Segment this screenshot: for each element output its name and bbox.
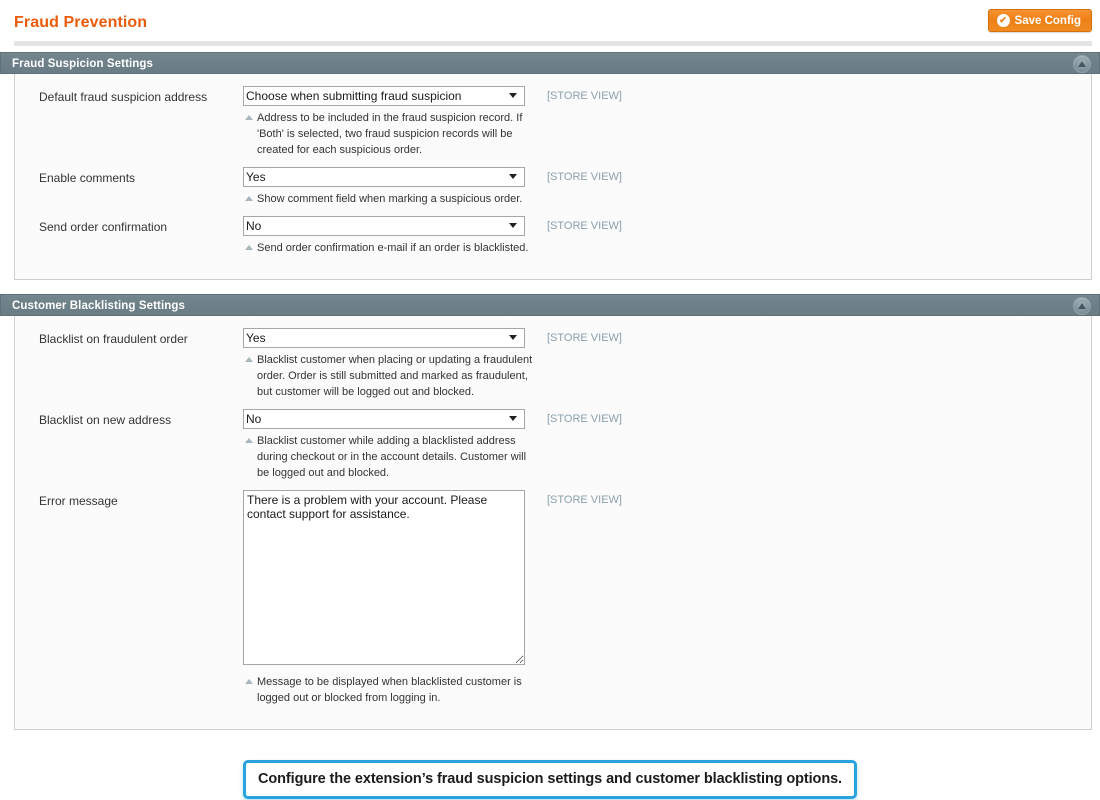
section-body-fraud-suspicion: Default fraud suspicion address Choose w… xyxy=(14,74,1092,280)
field-hint: Address to be included in the fraud susp… xyxy=(243,110,533,158)
page-header: Fraud Prevention ✔ Save Config xyxy=(0,0,1100,46)
scope-label: [STORE VIEW] xyxy=(547,171,622,183)
field-hint: Message to be displayed when blacklisted… xyxy=(243,674,533,706)
collapse-up-icon[interactable] xyxy=(1073,55,1091,73)
blacklist-on-fraudulent-order-select[interactable]: Yes xyxy=(243,328,525,348)
save-config-label: Save Config xyxy=(1014,14,1081,27)
section-body-customer-blacklisting: Blacklist on fraudulent order Yes Blackl… xyxy=(14,316,1092,730)
field-hint-text: Blacklist customer when placing or updat… xyxy=(257,354,533,398)
field-hint-text: Blacklist customer while adding a blackl… xyxy=(257,435,527,479)
section-title: Fraud Suspicion Settings xyxy=(12,58,154,70)
field-hint-text: Address to be included in the fraud susp… xyxy=(257,112,523,156)
scope-label: [STORE VIEW] xyxy=(547,413,622,425)
field-label: Default fraud suspicion address xyxy=(39,90,208,104)
field-label: Blacklist on new address xyxy=(39,413,172,427)
field-hint-text: Message to be displayed when blacklisted… xyxy=(257,676,522,704)
hint-triangle-icon xyxy=(245,115,253,120)
field-enable-comments: Enable comments Yes Show comment field w… xyxy=(15,167,1091,207)
field-label: Enable comments xyxy=(39,171,136,185)
field-control: Yes Blacklist customer when placing or u… xyxy=(243,328,532,400)
field-hint-text: Show comment field when marking a suspic… xyxy=(257,193,523,205)
field-hint: Blacklist customer when placing or updat… xyxy=(243,352,533,400)
collapse-up-icon[interactable] xyxy=(1073,297,1091,315)
send-order-confirmation-select[interactable]: No xyxy=(243,216,525,236)
hint-triangle-icon xyxy=(245,438,253,443)
enable-comments-select[interactable]: Yes xyxy=(243,167,525,187)
default-fraud-suspicion-address-select[interactable]: Choose when submitting fraud suspicion xyxy=(243,86,525,106)
blacklist-on-new-address-select[interactable]: No xyxy=(243,409,525,429)
section-header-customer-blacklisting[interactable]: Customer Blacklisting Settings xyxy=(0,294,1100,316)
field-control: Yes Show comment field when marking a su… xyxy=(243,167,525,207)
field-control: No Blacklist customer while adding a bla… xyxy=(243,409,526,481)
hint-triangle-icon xyxy=(245,357,253,362)
scope-label: [STORE VIEW] xyxy=(547,332,622,344)
scope-label: [STORE VIEW] xyxy=(547,220,622,232)
field-control: Choose when submitting fraud suspicion A… xyxy=(243,86,525,158)
section-customer-blacklisting-settings: Customer Blacklisting Settings Blacklist… xyxy=(0,294,1100,730)
hint-triangle-icon xyxy=(245,245,253,250)
field-label: Send order confirmation xyxy=(39,220,168,234)
field-default-fraud-suspicion-address: Default fraud suspicion address Choose w… xyxy=(15,86,1091,158)
field-hint-text: Send order confirmation e-mail if an ord… xyxy=(257,242,529,254)
callout-container: Configure the extension’s fraud suspicio… xyxy=(0,760,1100,799)
field-hint: Send order confirmation e-mail if an ord… xyxy=(243,240,533,256)
field-hint: Show comment field when marking a suspic… xyxy=(243,191,533,207)
field-control: No Send order confirmation e-mail if an … xyxy=(243,216,528,256)
scope-label: [STORE VIEW] xyxy=(547,90,622,102)
field-control: There is a problem with your account. Pl… xyxy=(243,490,525,706)
field-hint: Blacklist customer while adding a blackl… xyxy=(243,433,533,481)
instruction-callout: Configure the extension’s fraud suspicio… xyxy=(243,760,857,799)
hint-triangle-icon xyxy=(245,679,253,684)
field-label: Blacklist on fraudulent order xyxy=(39,332,188,346)
fraud-prevention-config-page: Fraud Prevention ✔ Save Config Fraud Sus… xyxy=(0,0,1100,800)
hint-triangle-icon xyxy=(245,196,253,201)
check-circle-icon: ✔ xyxy=(996,14,1010,27)
error-message-textarea[interactable]: There is a problem with your account. Pl… xyxy=(243,490,525,665)
field-label: Error message xyxy=(39,494,118,508)
field-send-order-confirmation: Send order confirmation No Send order co… xyxy=(15,216,1091,256)
section-title: Customer Blacklisting Settings xyxy=(12,300,185,312)
field-error-message: Error message There is a problem with yo… xyxy=(15,490,1091,706)
field-blacklist-on-fraudulent-order: Blacklist on fraudulent order Yes Blackl… xyxy=(15,328,1091,400)
section-header-fraud-suspicion[interactable]: Fraud Suspicion Settings xyxy=(0,52,1100,74)
header-divider xyxy=(14,41,1092,46)
save-config-button[interactable]: ✔ Save Config xyxy=(987,9,1092,32)
scope-label: [STORE VIEW] xyxy=(547,494,622,506)
section-fraud-suspicion-settings: Fraud Suspicion Settings Default fraud s… xyxy=(0,52,1100,280)
page-title: Fraud Prevention xyxy=(14,14,148,31)
field-blacklist-on-new-address: Blacklist on new address No Blacklist cu… xyxy=(15,409,1091,481)
